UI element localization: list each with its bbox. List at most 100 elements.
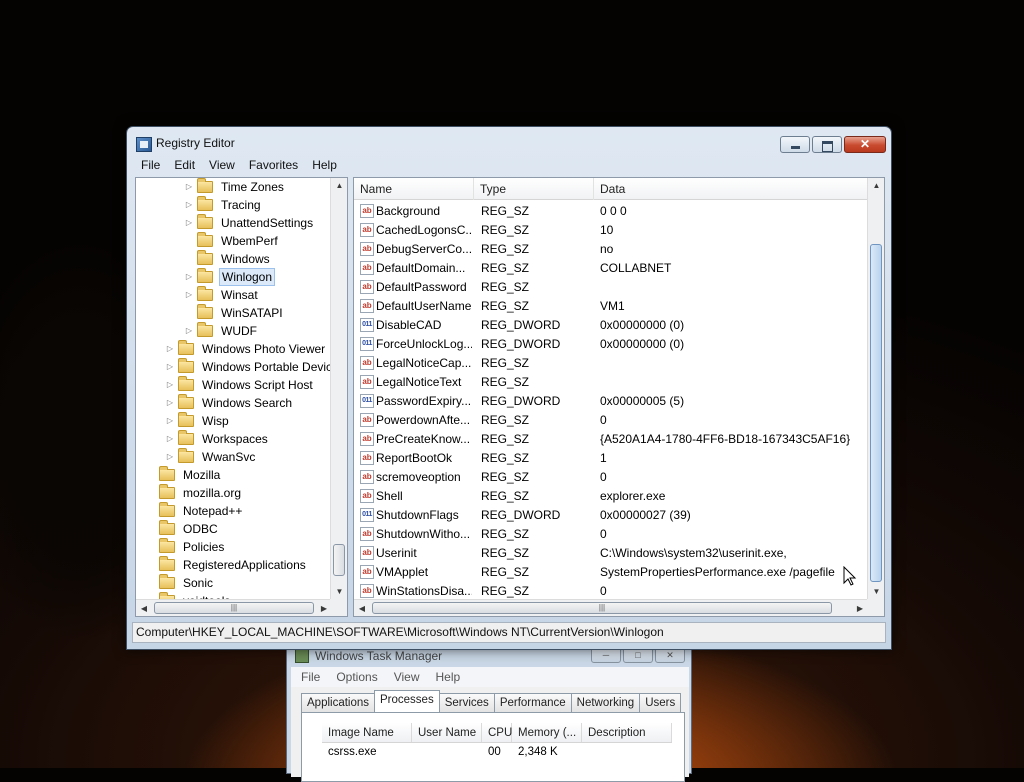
values-scroll-thumb[interactable] bbox=[870, 244, 882, 582]
folder-icon bbox=[178, 358, 194, 373]
menu-help[interactable]: Help bbox=[312, 156, 337, 175]
expand-arrow-icon[interactable]: ▷ bbox=[184, 196, 194, 214]
expand-arrow-icon[interactable]: ▷ bbox=[165, 430, 175, 448]
close-button[interactable]: ✕ bbox=[844, 136, 886, 153]
process-table[interactable]: Image Name User Name CPU Memory (... Des… bbox=[322, 723, 672, 761]
value-row[interactable]: ab Shell REG_SZ explorer.exe bbox=[354, 487, 868, 506]
value-row[interactable]: ab LegalNoticeCap... REG_SZ bbox=[354, 354, 868, 373]
value-row[interactable]: 011 PasswordExpiry... REG_DWORD 0x00000005 … bbox=[354, 392, 868, 411]
menu-favorites[interactable]: Favorites bbox=[249, 156, 298, 175]
value-row[interactable]: ab DefaultPassword REG_SZ bbox=[354, 278, 868, 297]
tab-performance[interactable]: Performance bbox=[493, 693, 572, 712]
value-row[interactable]: ab VMApplet REG_SZ SystemPropertiesPerforma… bbox=[354, 563, 868, 582]
expand-arrow-icon[interactable]: ▷ bbox=[165, 448, 175, 466]
value-row[interactable]: 011 DisableCAD REG_DWORD 0x00000000 (0) bbox=[354, 316, 868, 335]
value-row[interactable]: ab DebugServerCo... REG_SZ no bbox=[354, 240, 868, 259]
expand-arrow-icon[interactable]: ▷ bbox=[165, 412, 175, 430]
status-bar: Computer\HKEY_LOCAL_MACHINE\SOFTWARE\Mic… bbox=[132, 622, 886, 643]
scroll-up-icon[interactable]: ▲ bbox=[868, 178, 884, 194]
menu-view[interactable]: View bbox=[209, 156, 235, 175]
col-memory[interactable]: Memory (... bbox=[512, 723, 582, 742]
value-type: REG_SZ bbox=[481, 299, 530, 313]
tm-menu-file[interactable]: File bbox=[301, 667, 320, 687]
value-row[interactable]: 011 ForceUnlockLog... REG_DWORD 0x00000000 … bbox=[354, 335, 868, 354]
tree-horizontal-scrollbar[interactable]: ◀ ||| ▶ bbox=[136, 599, 332, 616]
string-value-icon: ab bbox=[360, 356, 374, 370]
tm-menu-help[interactable]: Help bbox=[436, 667, 461, 687]
value-row[interactable]: ab ShutdownWitho... REG_SZ 0 bbox=[354, 525, 868, 544]
tree-hscroll-thumb[interactable]: ||| bbox=[154, 602, 314, 614]
folder-icon bbox=[197, 214, 213, 229]
value-row[interactable]: ab Userinit REG_SZ C:\Windows\system32\user… bbox=[354, 544, 868, 563]
tab-processes[interactable]: Processes bbox=[374, 690, 440, 712]
string-value-icon: ab bbox=[360, 375, 374, 389]
values-hscroll-thumb[interactable]: ||| bbox=[372, 602, 832, 614]
value-data: no bbox=[600, 242, 614, 256]
task-manager-window[interactable]: Windows Task Manager ─ □ ✕ File Options … bbox=[286, 644, 692, 782]
registry-editor-titlebar[interactable]: Registry Editor ✕ bbox=[127, 127, 891, 157]
column-header-data[interactable]: Data bbox=[594, 178, 868, 200]
tree-node-label: Workspaces bbox=[202, 432, 268, 446]
minimize-button[interactable] bbox=[780, 136, 810, 153]
col-cpu[interactable]: CPU bbox=[482, 723, 512, 742]
scroll-right-icon[interactable]: ▶ bbox=[852, 600, 868, 616]
registry-editor-window[interactable]: Registry Editor ✕ File Edit View Favorit… bbox=[126, 126, 892, 650]
value-row[interactable]: ab LegalNoticeText REG_SZ bbox=[354, 373, 868, 392]
value-row[interactable]: ab PowerdownAfte... REG_SZ 0 bbox=[354, 411, 868, 430]
value-name: ForceUnlockLog... bbox=[376, 337, 472, 351]
scroll-down-icon[interactable]: ▼ bbox=[868, 584, 884, 600]
tree-node-label: Sonic bbox=[183, 576, 214, 590]
col-image-name[interactable]: Image Name bbox=[322, 723, 412, 742]
maximize-button[interactable] bbox=[812, 136, 842, 153]
key-tree-pane[interactable]: ▷ Time Zones ▷ Tracing ▷ UnattendSettings Wbem… bbox=[135, 177, 348, 617]
scroll-down-icon[interactable]: ▼ bbox=[331, 584, 347, 600]
tree-vertical-scrollbar[interactable]: ▲ ▼ bbox=[330, 178, 347, 600]
value-type: REG_SZ bbox=[481, 470, 530, 484]
col-description[interactable]: Description bbox=[582, 723, 672, 742]
values-horizontal-scrollbar[interactable]: ◀ ||| ▶ bbox=[354, 599, 868, 616]
values-list-pane[interactable]: Name Type Data ab Background REG_SZ 0 0 0 ab… bbox=[353, 177, 885, 617]
expand-arrow-icon[interactable]: ▷ bbox=[165, 340, 175, 358]
expand-arrow-icon[interactable]: ▷ bbox=[165, 394, 175, 412]
tab-users[interactable]: Users bbox=[639, 693, 682, 712]
tree-scroll-thumb[interactable] bbox=[333, 544, 345, 576]
scroll-up-icon[interactable]: ▲ bbox=[331, 178, 347, 194]
tm-menu-view[interactable]: View bbox=[394, 667, 420, 687]
menu-file[interactable]: File bbox=[141, 156, 160, 175]
value-type: REG_SZ bbox=[481, 375, 530, 389]
expand-arrow-icon[interactable]: ▷ bbox=[184, 322, 194, 340]
value-row[interactable]: ab DefaultUserName REG_SZ VM1 bbox=[354, 297, 868, 316]
expand-arrow-icon[interactable]: ▷ bbox=[184, 268, 194, 286]
value-row[interactable]: 011 ShutdownFlags REG_DWORD 0x00000027 (39) bbox=[354, 506, 868, 525]
expand-arrow-icon[interactable]: ▷ bbox=[184, 178, 194, 196]
expand-arrow-icon[interactable]: ▷ bbox=[165, 358, 175, 376]
value-data: COLLABNET bbox=[600, 261, 672, 275]
string-value-icon: ab bbox=[360, 527, 374, 541]
value-row[interactable]: ab DefaultDomain... REG_SZ COLLABNET bbox=[354, 259, 868, 278]
expand-arrow-icon[interactable]: ▷ bbox=[184, 286, 194, 304]
value-name: PasswordExpiry... bbox=[376, 394, 472, 408]
table-row[interactable]: csrss.exe 00 2,348 K bbox=[322, 743, 672, 761]
column-header-type[interactable]: Type bbox=[474, 178, 594, 200]
values-vertical-scrollbar[interactable]: ▲ ▼ bbox=[867, 178, 884, 600]
value-row[interactable]: ab ReportBootOk REG_SZ 1 bbox=[354, 449, 868, 468]
expand-arrow-icon[interactable]: ▷ bbox=[184, 214, 194, 232]
scroll-left-icon[interactable]: ◀ bbox=[354, 600, 370, 616]
column-header-name[interactable]: Name bbox=[354, 178, 474, 200]
folder-icon bbox=[197, 286, 213, 301]
scroll-left-icon[interactable]: ◀ bbox=[136, 600, 152, 616]
expand-arrow-icon[interactable]: ▷ bbox=[165, 376, 175, 394]
tab-networking[interactable]: Networking bbox=[570, 693, 641, 712]
task-manager-app-icon bbox=[295, 649, 309, 663]
tab-applications[interactable]: Applications bbox=[301, 693, 376, 712]
col-user-name[interactable]: User Name bbox=[412, 723, 482, 742]
value-row[interactable]: ab CachedLogonsC... REG_SZ 10 bbox=[354, 221, 868, 240]
value-row[interactable]: ab PreCreateKnow... REG_SZ {A520A1A4-1780-4… bbox=[354, 430, 868, 449]
folder-icon bbox=[197, 268, 213, 283]
value-row[interactable]: ab Background REG_SZ 0 0 0 bbox=[354, 202, 868, 221]
tm-menu-options[interactable]: Options bbox=[336, 667, 377, 687]
value-row[interactable]: ab scremoveoption REG_SZ 0 bbox=[354, 468, 868, 487]
tab-services[interactable]: Services bbox=[438, 693, 495, 712]
value-name: DefaultPassword bbox=[376, 280, 467, 294]
menu-edit[interactable]: Edit bbox=[174, 156, 195, 175]
